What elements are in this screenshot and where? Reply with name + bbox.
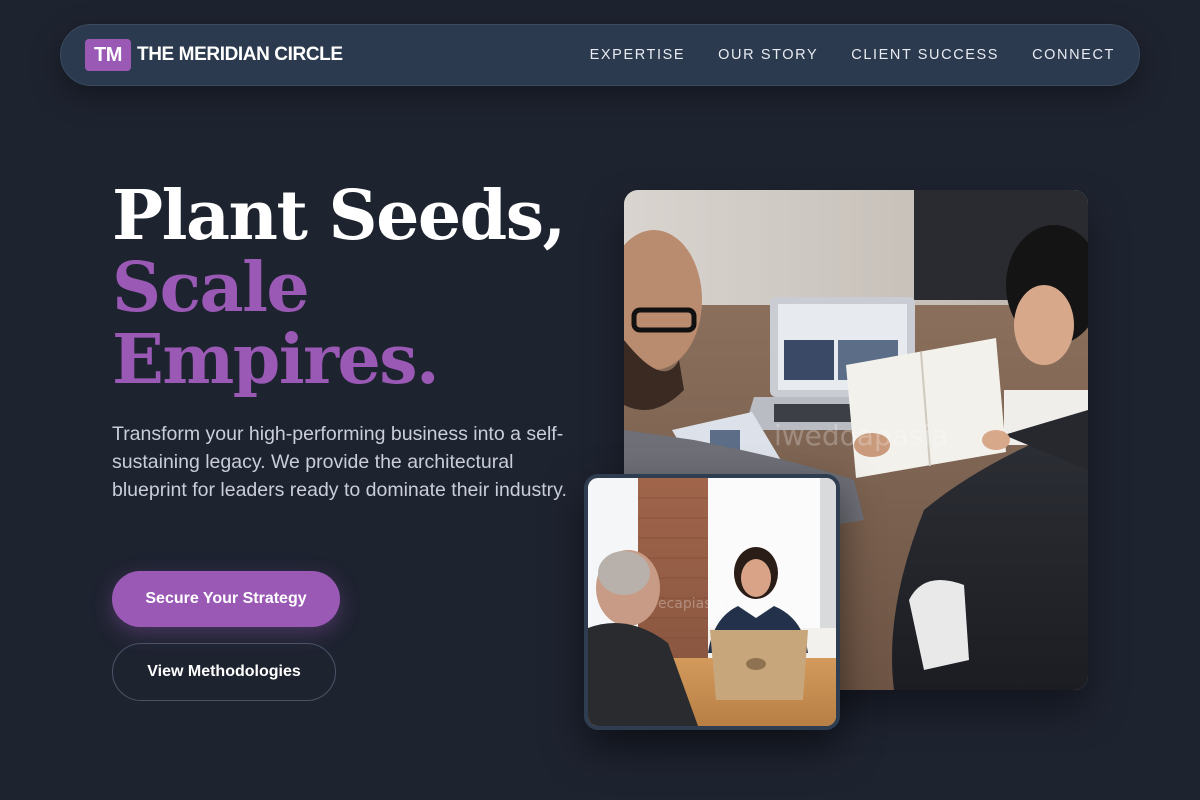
hero-description: Transform your high-performing business …	[112, 423, 567, 501]
nav-link-connect[interactable]: CONNECT	[1032, 47, 1115, 63]
nav-links: EXPERTISE OUR STORY CLIENT SUCCESS CONNE…	[590, 47, 1115, 63]
headline-line-2: Scale	[112, 248, 310, 328]
nav-link-client-success[interactable]: CLIENT SUCCESS	[851, 47, 999, 63]
hero-headline: Plant Seeds, Scale Empires.	[112, 176, 566, 400]
svg-text:iwedoapasia: iwedoapasia	[774, 419, 948, 452]
brand-logo[interactable]: TM THE MERIDIAN CIRCLE	[85, 39, 343, 71]
svg-text:ecapiasia: ecapiasia	[658, 596, 724, 612]
view-methodologies-button[interactable]: View Methodologies	[112, 643, 336, 701]
interview-meeting-photo: ecapiasia	[584, 474, 840, 730]
secure-strategy-button[interactable]: Secure Your Strategy	[112, 571, 340, 627]
logo-mark: TM	[85, 39, 131, 71]
nav-link-expertise[interactable]: EXPERTISE	[590, 47, 686, 63]
brand-name: THE MERIDIAN CIRCLE	[137, 44, 343, 65]
top-navigation: TM THE MERIDIAN CIRCLE EXPERTISE OUR STO…	[60, 24, 1140, 86]
nav-link-our-story[interactable]: OUR STORY	[718, 47, 818, 63]
headline-line-3: Empires.	[112, 320, 440, 400]
headline-line-1: Plant Seeds,	[112, 176, 566, 256]
landing-page: TM THE MERIDIAN CIRCLE EXPERTISE OUR STO…	[0, 0, 1200, 800]
